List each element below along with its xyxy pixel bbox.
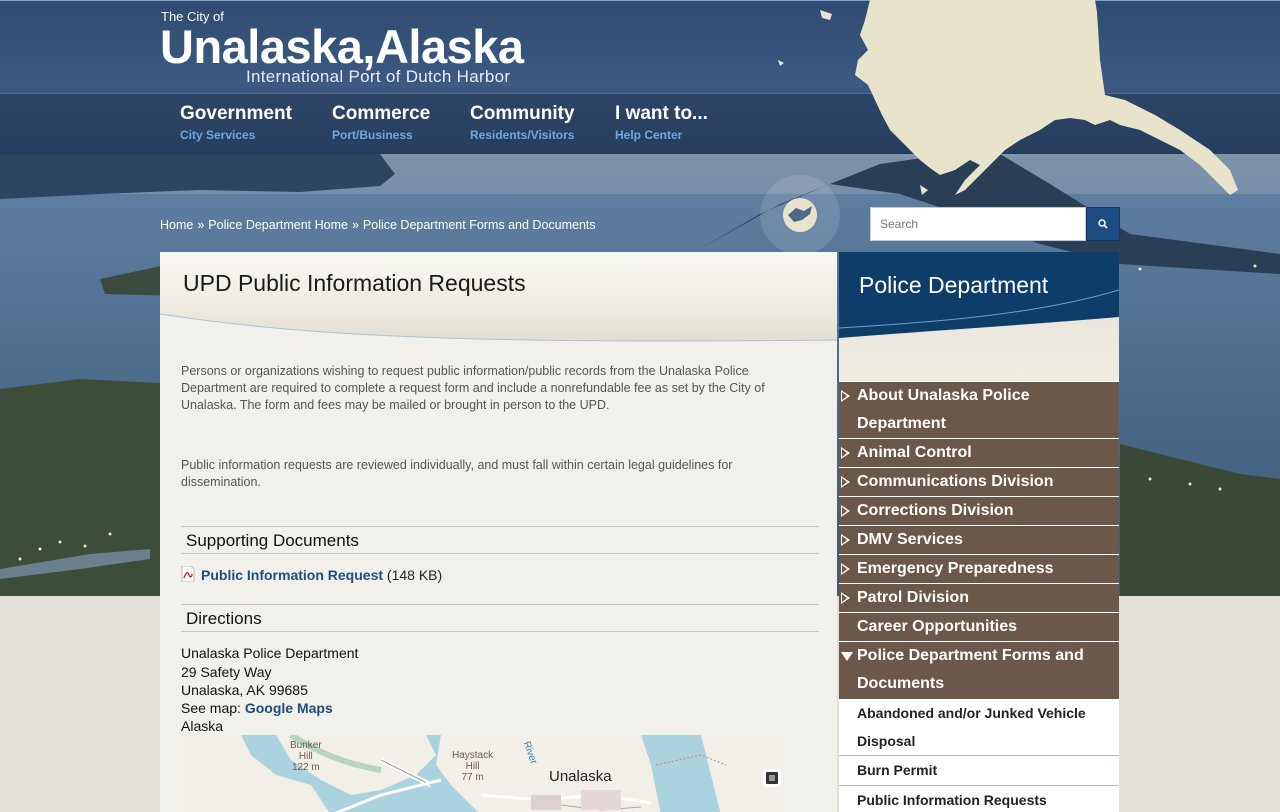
search-icon: [1098, 219, 1108, 229]
expand-arrow-icon-inner: [842, 536, 847, 544]
pdf-icon: [181, 565, 195, 583]
sidebar-item-label: About Unalaska Police Department: [857, 387, 1030, 432]
see-map-line: See map: Google Maps: [181, 700, 333, 716]
nav-commerce-title: Commerce: [332, 103, 431, 124]
nav-community[interactable]: Community Residents/Visitors: [470, 103, 575, 143]
breadcrumb-separator: »: [351, 218, 359, 232]
layers-icon: [766, 772, 778, 784]
document-size: (148 KB): [386, 567, 443, 583]
sidebar-item-label: Career Opportunities: [857, 618, 1018, 635]
nav-i-want-to-subtitle: Help Center: [615, 128, 683, 142]
expand-arrow-icon-inner: [842, 478, 847, 486]
map-label-bunker-hill: Hill: [298, 751, 313, 762]
map-label-haystack-elevation: 77 m: [461, 772, 484, 783]
sidebar-item-label: Corrections Division: [857, 502, 1014, 519]
sidebar-item-about[interactable]: About Unalaska Police Department: [839, 381, 1119, 439]
sidebar-item-label: Patrol Division: [857, 589, 970, 606]
sidebar-item-patrol[interactable]: Patrol Division: [839, 583, 1119, 613]
sidebar-item-emergency[interactable]: Emergency Preparedness: [839, 554, 1119, 584]
sidebar-header: Police Department: [839, 252, 1119, 382]
address-line-1: Unalaska Police Department: [181, 645, 359, 661]
nav-government-subtitle: City Services: [180, 128, 256, 142]
map-label-haystack: Haystack: [452, 750, 494, 761]
sidebar-item-label: DMV Services: [857, 531, 963, 548]
google-maps-link[interactable]: Google Maps: [245, 700, 333, 716]
sidebar-item-corrections[interactable]: Corrections Division: [839, 496, 1119, 526]
main-content: UPD Public Information Requests Persons …: [160, 252, 837, 812]
search-button[interactable]: [1086, 207, 1120, 241]
logo-tagline: International Port of Dutch Harbor: [246, 67, 511, 86]
review-paragraph: Public information requests are reviewed…: [181, 458, 733, 489]
region-line: Alaska: [181, 718, 224, 734]
map-label-bunker: Bunker: [290, 740, 322, 751]
sidebar-item-label: Police Department Forms and Documents: [857, 647, 1084, 692]
embedded-map[interactable]: Bunker Hill 122 m Haystack Hill 77 m Riv…: [181, 735, 781, 812]
nav-government[interactable]: Government City Services: [180, 103, 292, 143]
sidebar-title: Police Department: [859, 272, 1049, 298]
sidebar-subitem-abandoned-vehicle[interactable]: Abandoned and/or Junked Vehicle Disposal: [839, 699, 1119, 756]
map-layers-button[interactable]: [763, 769, 781, 787]
address-line-2: 29 Safety Way: [181, 664, 272, 680]
header-top-line: [0, 0, 1280, 1]
public-information-request-link[interactable]: Public Information Request: [201, 567, 383, 583]
search-input[interactable]: [870, 207, 1086, 241]
breadcrumb-police-home[interactable]: Police Department Home: [208, 218, 348, 232]
page-title: UPD Public Information Requests: [183, 270, 526, 296]
directions-heading: Directions: [181, 604, 819, 632]
document-row: Public Information Request (148 KB): [181, 565, 443, 583]
breadcrumb: Home » Police Department Home» Police Depar…: [160, 218, 596, 232]
nav-commerce[interactable]: Commerce Port/Business: [332, 103, 430, 143]
sidebar-subitem-burn-permit[interactable]: Burn Permit: [839, 756, 1119, 786]
expand-arrow-icon-inner: [842, 594, 847, 602]
supporting-documents-heading: Supporting Documents: [181, 526, 819, 554]
breadcrumb-home[interactable]: Home: [160, 218, 193, 232]
sidebar-item-label: Communications Division: [857, 473, 1054, 490]
expand-arrow-icon-inner: [842, 392, 847, 400]
expand-arrow-icon-inner: [842, 507, 847, 515]
sidebar-item-careers[interactable]: Career Opportunities: [839, 612, 1119, 642]
title-band: UPD Public Information Requests: [160, 252, 837, 344]
nav-i-want-to[interactable]: I want to... Help Center: [615, 103, 708, 143]
intro-paragraph: Persons or organizations wishing to requ…: [181, 364, 765, 412]
sidebar-item-animal-control[interactable]: Animal Control: [839, 438, 1119, 468]
nav-i-want-to-title: I want to...: [615, 103, 708, 124]
sidebar-item-label: Emergency Preparedness: [857, 560, 1054, 577]
breadcrumb-separator: »: [197, 218, 205, 232]
map-label-unalaska: Unalaska: [549, 768, 612, 785]
address-line-3: Unalaska, AK 99685: [181, 682, 308, 698]
breadcrumb-forms-documents[interactable]: Police Department Forms and Documents: [363, 218, 596, 232]
sidebar-item-dmv[interactable]: DMV Services: [839, 525, 1119, 555]
collapse-arrow-icon: [841, 652, 853, 661]
logo-city-name[interactable]: Unalaska,Alaska: [160, 19, 524, 74]
nav-community-subtitle: Residents/Visitors: [470, 128, 575, 142]
map-label-bunker-elevation: 122 m: [291, 762, 320, 773]
title-band-swoosh: [160, 313, 837, 344]
nav-government-title: Government: [180, 103, 292, 124]
expand-arrow-icon-inner: [842, 565, 847, 573]
sidebar-subitem-public-info[interactable]: Public Information Requests: [839, 786, 1119, 812]
sidebar-item-forms-documents[interactable]: Police Department Forms and Documents: [839, 641, 1119, 699]
sidebar-item-label: Animal Control: [857, 444, 972, 461]
nav-commerce-subtitle: Port/Business: [332, 128, 413, 142]
site-header: The City of Unalaska,Alaska Internationa…: [0, 0, 1280, 154]
map-label-haystack-hill: Hill: [465, 761, 480, 772]
sidebar: Police Department About Unalaska Police …: [839, 252, 1119, 812]
see-map-prefix: See map:: [181, 700, 241, 716]
expand-arrow-icon-inner: [842, 449, 847, 457]
nav-community-title: Community: [470, 103, 575, 124]
sidebar-item-communications[interactable]: Communications Division: [839, 467, 1119, 497]
